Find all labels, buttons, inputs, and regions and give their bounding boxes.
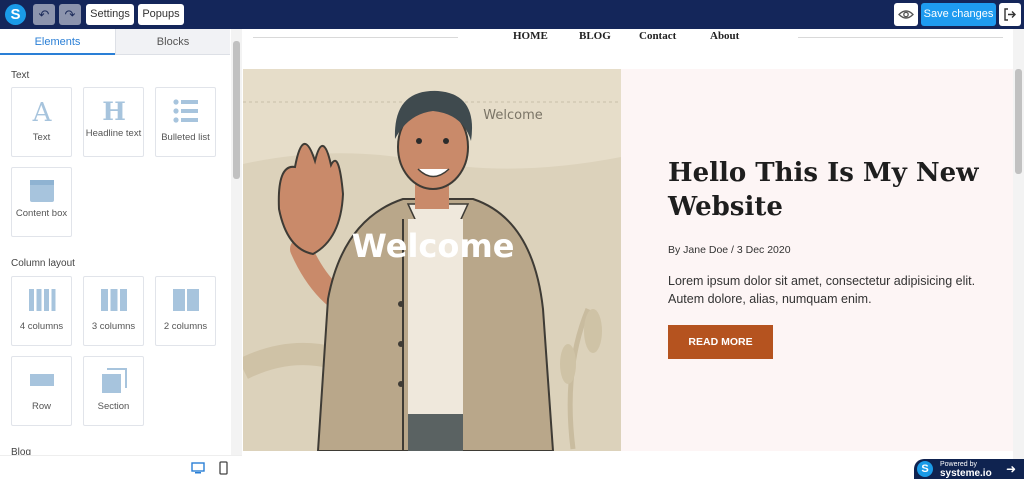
section-title-column-layout: Column layout — [11, 258, 75, 269]
nav-divider-right — [798, 37, 1003, 38]
canvas-scroll-thumb[interactable] — [1015, 69, 1022, 174]
row-icon — [12, 365, 71, 395]
bulleted-list-icon — [156, 96, 215, 126]
panel-scrollbar[interactable] — [231, 29, 242, 455]
powered-by-badge[interactable]: S Powered by systeme.io ➜ — [914, 459, 1024, 479]
tab-blocks[interactable]: Blocks — [115, 29, 230, 55]
element-label: 2 columns — [163, 321, 208, 332]
element-2-columns[interactable]: 2 columns — [155, 276, 216, 346]
undo-icon: ↶ — [38, 7, 50, 22]
element-label: Text — [32, 132, 51, 143]
exit-button[interactable] — [999, 3, 1021, 26]
nav-about[interactable]: About — [710, 30, 739, 42]
element-label: 4 columns — [19, 321, 64, 332]
three-columns-icon — [84, 285, 143, 315]
systeme-logo[interactable]: S — [5, 4, 26, 25]
powered-by-label: Powered by — [940, 461, 977, 468]
element-4-columns[interactable]: 4 columns — [11, 276, 72, 346]
elements-panel: Elements Blocks Text A Text H Headline t… — [0, 29, 242, 479]
desktop-icon[interactable] — [191, 462, 205, 474]
tab-elements[interactable]: Elements — [0, 29, 115, 55]
hero-description[interactable]: Lorem ipsum dolor sit amet, consectetur … — [668, 272, 988, 308]
element-row[interactable]: Row — [11, 356, 72, 426]
arrow-right-icon: ➜ — [1006, 462, 1017, 476]
element-content-box[interactable]: Content box — [11, 167, 72, 237]
nav-blog[interactable]: BLOG — [579, 30, 611, 42]
element-label: Bulleted list — [161, 132, 210, 143]
powered-by-brand: systeme.io — [940, 468, 992, 479]
eye-icon — [898, 10, 914, 19]
save-changes-button[interactable]: Save changes — [921, 3, 996, 26]
systeme-badge-icon: S — [917, 461, 933, 477]
two-columns-icon — [156, 285, 215, 315]
panel-scroll-thumb[interactable] — [233, 41, 240, 179]
text-icon: A — [12, 96, 71, 128]
exit-icon — [1004, 8, 1016, 21]
preview-button[interactable] — [894, 3, 918, 26]
element-section[interactable]: Section — [83, 356, 144, 426]
element-label: Section — [97, 401, 130, 412]
element-headline-text[interactable]: H Headline text — [83, 87, 144, 157]
settings-button[interactable]: Settings — [86, 4, 134, 25]
nav-home[interactable]: HOME — [513, 30, 548, 42]
content-box-icon — [12, 176, 71, 206]
element-bulleted-list[interactable]: Bulleted list — [155, 87, 216, 157]
section-icon — [84, 365, 143, 395]
four-columns-icon — [12, 285, 71, 315]
popups-button[interactable]: Popups — [138, 4, 184, 25]
welcome-illustration: Welcome Welcome — [243, 69, 621, 451]
undo-button[interactable]: ↶ — [33, 4, 55, 25]
svg-text:A: A — [31, 98, 52, 126]
hero-image[interactable]: Welcome Welcome — [243, 69, 621, 451]
headline-icon: H — [84, 96, 143, 126]
nav-contact[interactable]: Contact — [639, 30, 676, 42]
svg-text:H: H — [102, 97, 126, 126]
canvas-scrollbar[interactable] — [1013, 29, 1024, 479]
element-label: 3 columns — [91, 321, 136, 332]
page-canvas: HOME BLOG Contact About Welcome Welcome … — [243, 29, 1024, 479]
hero-title[interactable]: Hello This Is My New Website — [668, 156, 988, 224]
image-welcome-text: Welcome — [352, 227, 515, 265]
image-caption-text: Welcome — [483, 108, 542, 123]
post-byline[interactable]: By Jane Doe / 3 Dec 2020 — [668, 244, 791, 256]
element-label: Headline text — [85, 128, 142, 139]
device-switcher — [0, 455, 242, 479]
mobile-icon[interactable] — [219, 461, 228, 475]
read-more-button[interactable]: READ MORE — [668, 325, 773, 359]
nav-divider-left — [253, 37, 458, 38]
redo-icon: ↷ — [64, 7, 76, 22]
panel-tabs: Elements Blocks — [0, 29, 230, 55]
element-text[interactable]: A Text — [11, 87, 72, 157]
top-toolbar: S ↶ ↷ Settings Popups Save changes — [0, 0, 1024, 29]
element-label: Content box — [15, 208, 68, 219]
element-3-columns[interactable]: 3 columns — [83, 276, 144, 346]
section-title-text: Text — [11, 70, 30, 81]
redo-button[interactable]: ↷ — [59, 4, 81, 25]
element-label: Row — [31, 401, 51, 412]
